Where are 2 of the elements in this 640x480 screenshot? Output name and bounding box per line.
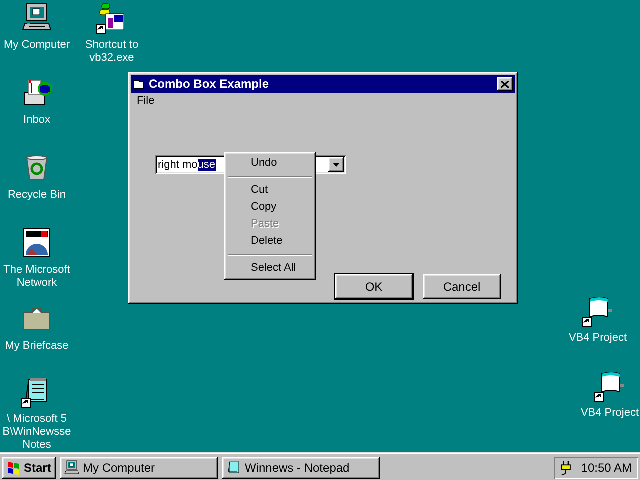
clock: 10:50 AM: [581, 460, 632, 474]
window-title: Combo Box Example: [149, 77, 270, 91]
